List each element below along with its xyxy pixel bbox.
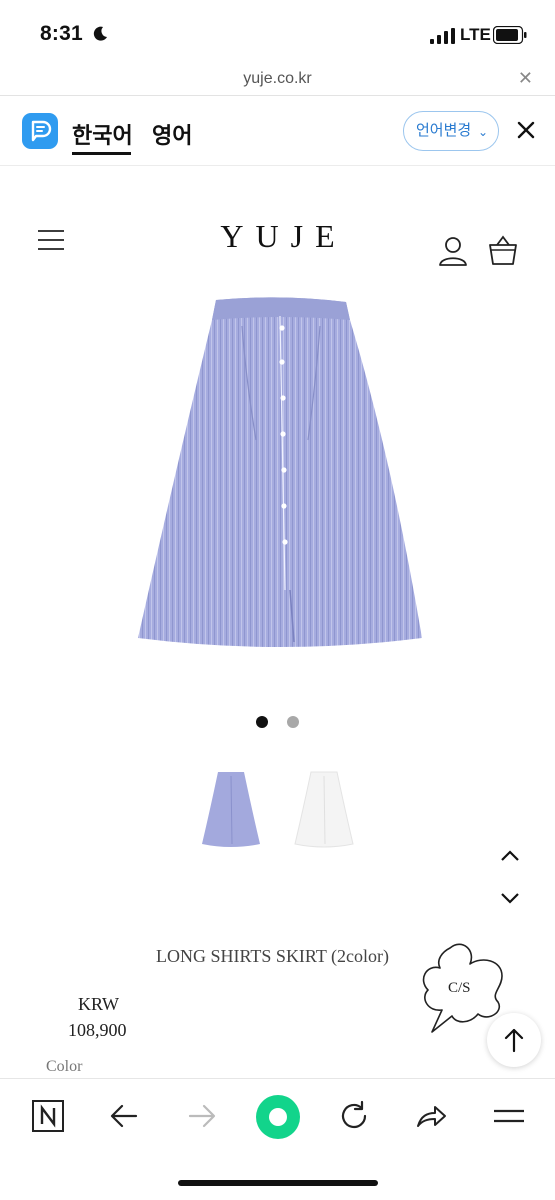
language-tab-english[interactable]: 영어 <box>152 118 192 150</box>
url-bar[interactable]: yuje.co.kr ✕ <box>0 64 555 96</box>
status-time: 8:31 <box>40 22 83 45</box>
naver-green-button[interactable] <box>256 1095 300 1139</box>
price-currency: KRW <box>78 994 120 1014</box>
shopping-bag-icon[interactable] <box>487 234 519 266</box>
signal-icon <box>430 28 455 44</box>
menu-icon[interactable] <box>491 1098 527 1134</box>
share-icon[interactable] <box>413 1098 449 1134</box>
change-language-label: 언어변경 <box>416 122 472 139</box>
thumbnail-blue[interactable] <box>200 770 262 850</box>
moon-icon <box>93 26 107 41</box>
change-language-button[interactable]: 언어변경 ⌄ <box>403 111 499 151</box>
translate-logo-icon <box>22 113 58 149</box>
reload-icon[interactable] <box>336 1098 372 1134</box>
price-value: 108,900 <box>68 1020 127 1040</box>
chevron-down-icon[interactable] <box>499 890 521 906</box>
scroll-top-button[interactable] <box>487 1013 541 1067</box>
close-icon[interactable] <box>516 120 536 140</box>
status-bar: 8:31 LTE <box>0 0 555 64</box>
thumbnail-white[interactable] <box>293 770 355 850</box>
user-icon[interactable] <box>437 235 469 267</box>
home-indicator <box>178 1180 378 1186</box>
carousel-dot[interactable] <box>256 716 268 728</box>
arrow-up-icon <box>504 1028 524 1053</box>
url-text[interactable]: yuje.co.kr <box>0 70 555 88</box>
battery-icon <box>493 26 527 44</box>
network-label: LTE <box>460 25 491 44</box>
language-tab-korean[interactable]: 한국어 <box>72 118 133 150</box>
chevron-down-icon: ⌄ <box>477 125 488 139</box>
active-tab-indicator <box>72 152 131 155</box>
close-icon[interactable]: ✕ <box>518 69 533 87</box>
green-dot-icon <box>269 1108 287 1126</box>
brand-logo[interactable]: YUJE <box>0 218 555 255</box>
back-arrow-icon[interactable] <box>106 1098 142 1134</box>
forward-arrow-icon[interactable] <box>184 1098 220 1134</box>
product-image[interactable] <box>130 290 430 660</box>
chevron-up-icon[interactable] <box>499 848 521 864</box>
color-option-label: Color <box>46 1058 83 1075</box>
naver-home-icon[interactable] <box>30 1098 66 1134</box>
carousel-dot[interactable] <box>287 716 299 728</box>
translate-bar: 한국어 영어 언어변경 ⌄ <box>0 96 555 166</box>
cs-label[interactable]: C/S <box>448 980 471 997</box>
